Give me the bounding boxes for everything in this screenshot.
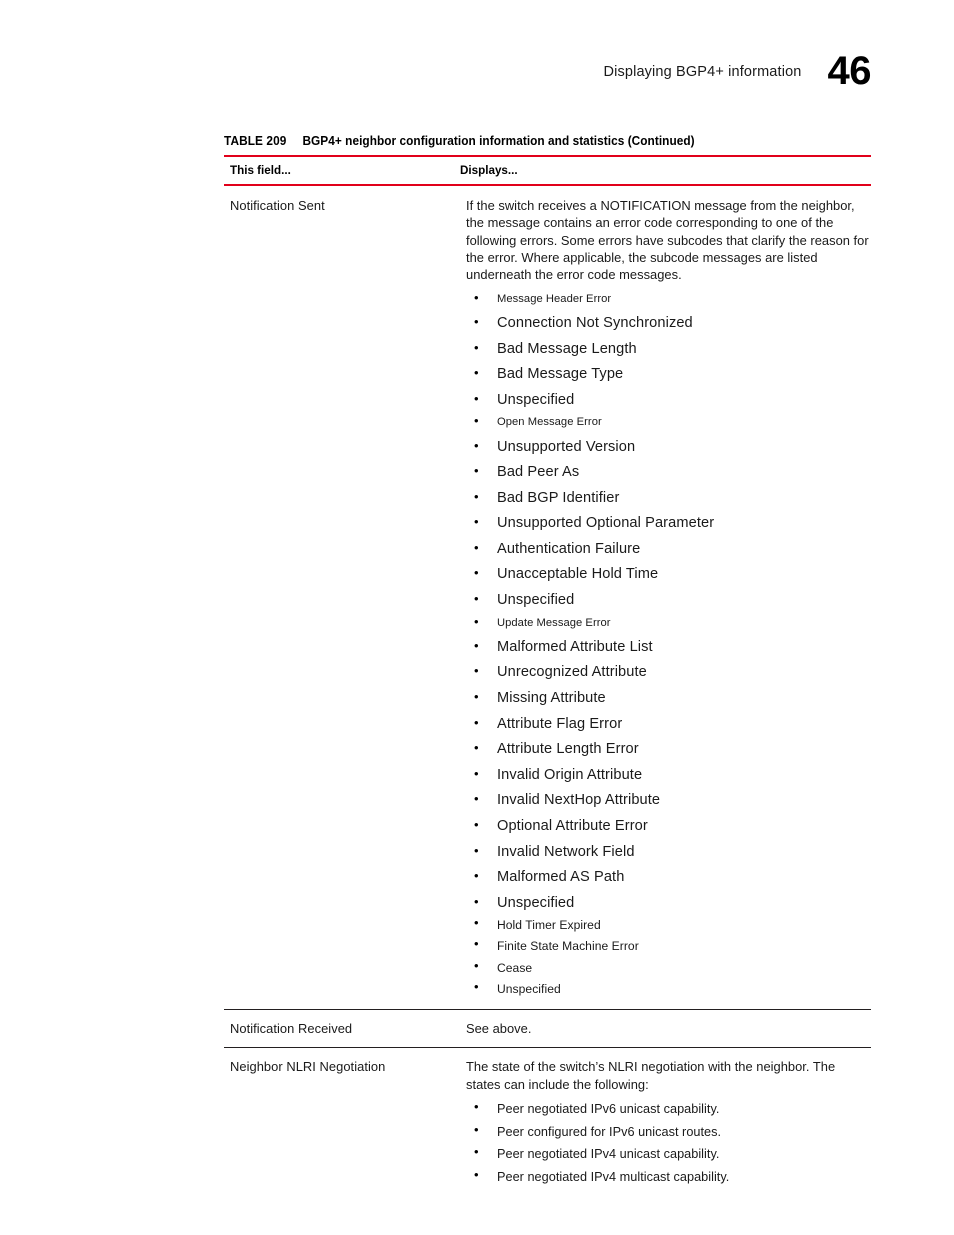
list-item: Peer negotiated IPv4 multicast capabilit… [466,1161,871,1184]
column-header-displays: Displays... [460,163,518,177]
list-item: Cease [466,953,871,974]
row-description: If the switch receives a NOTIFICATION me… [466,198,869,283]
field-label: Notification Sent [230,198,325,213]
list-item: Bad Message Length [466,331,871,357]
list-item: Unspecified [466,582,871,608]
chapter-number: 46 [827,49,872,93]
list-item: Update Message Error [466,608,871,629]
list-item: Unsupported Version [466,429,871,455]
list-item: Attribute Length Error [466,731,871,757]
list-item: Hold Timer Expired [466,910,871,931]
list-item: Malformed Attribute List [466,629,871,655]
table-caption-text: BGP4+ neighbor configuration information… [302,134,695,148]
row-description: The state of the switch’s NLRI negotiati… [466,1059,836,1092]
row-displays-cell: If the switch receives a NOTIFICATION me… [466,197,871,995]
running-header-title: Displaying BGP4+ information [603,64,802,80]
list-item: Attribute Flag Error [466,706,871,732]
page-header: Displaying BGP4+ information 46 [224,49,872,98]
list-item: Malformed AS Path [466,859,871,885]
list-item: Open Message Error [466,407,871,428]
list-item: Optional Attribute Error [466,808,871,834]
list-item: Bad Peer As [466,454,871,480]
list-item: Peer negotiated IPv6 unicast capability. [466,1093,871,1116]
list-item: Connection Not Synchronized [466,305,871,331]
list-item: Unspecified [466,382,871,408]
table-header-row: This field... Displays... [224,157,871,184]
list-item: Unspecified [466,885,871,911]
table-row: Notification Received See above. [224,1010,871,1046]
list-item: Finite State Machine Error [466,931,871,953]
table-209: TABLE 209 BGP4+ neighbor configuration i… [224,134,871,1184]
error-code-list: Message Header Error Connection Not Sync… [466,284,871,995]
list-item: Invalid Origin Attribute [466,757,871,783]
row-displays-cell: The state of the switch’s NLRI negotiati… [466,1058,871,1184]
column-header-field: This field... [230,163,291,177]
table-row: Neighbor NLRI Negotiation The state of t… [224,1048,871,1184]
list-item: Unacceptable Hold Time [466,556,871,582]
list-item: Peer negotiated IPv4 unicast capability. [466,1138,871,1161]
row-displays-cell: See above. [466,1020,871,1037]
table-row: Notification Sent If the switch receives… [224,186,871,1009]
row-field-cell: Neighbor NLRI Negotiation [230,1058,466,1075]
row-description: See above. [466,1021,532,1037]
list-item: Bad Message Type [466,356,871,382]
table-caption-label: TABLE 209 [224,134,287,148]
row-field-cell: Notification Sent [230,197,466,214]
row-field-cell: Notification Received [230,1020,466,1037]
list-item: Missing Attribute [466,680,871,706]
list-item: Peer configured for IPv6 unicast routes. [466,1116,871,1139]
list-item: Invalid NextHop Attribute [466,782,871,808]
list-item: Unrecognized Attribute [466,654,871,680]
list-item: Unsupported Optional Parameter [466,505,871,531]
list-item: Bad BGP Identifier [466,480,871,506]
nlri-state-list: Peer negotiated IPv6 unicast capability.… [466,1093,871,1184]
field-label: Neighbor NLRI Negotiation [230,1059,386,1075]
list-item: Unspecified [466,974,871,995]
field-label: Notification Received [230,1021,353,1037]
table-caption: TABLE 209 BGP4+ neighbor configuration i… [224,134,832,155]
list-item: Authentication Failure [466,531,871,557]
list-item: Invalid Network Field [466,834,871,860]
list-item: Message Header Error [466,284,871,305]
